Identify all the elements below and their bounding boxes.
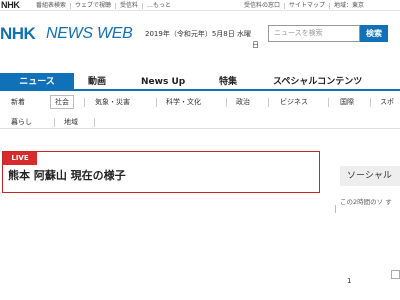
subnav-item-new[interactable]: 新着 [11, 95, 25, 109]
nav-tab-features[interactable]: 特集 [219, 73, 237, 91]
subnav-divider [370, 98, 371, 107]
live-title[interactable]: 熊本 阿蘇山 現在の様子 [8, 169, 126, 183]
primary-nav: ニュース 動画 News Up 特集 スペシャルコンテンツ [0, 73, 400, 91]
social-heading: ソーシャル [340, 166, 400, 186]
subnav-item-life[interactable]: 暮らし [11, 115, 32, 129]
utility-link[interactable]: サイトマップ [284, 2, 329, 9]
site-name[interactable]: NEWS WEB [46, 24, 133, 44]
subnav-divider [94, 118, 95, 127]
subnav-item-region[interactable]: 地域 [64, 115, 78, 129]
nav-tab-news[interactable]: ニュース [0, 73, 74, 91]
subnav-underline [0, 128, 400, 129]
subnav-divider [54, 118, 55, 127]
utility-bar: NHK 番組表検索 ウェブで視聴 受信料 …もっと 受信料の窓口 サイトマップ … [0, 0, 400, 11]
date-display-wrap: 日 [252, 41, 259, 49]
scroll-control-icon[interactable] [391, 270, 400, 279]
utility-link[interactable]: 受信料の窓口 [240, 2, 284, 9]
utility-link[interactable]: …もっと [142, 2, 175, 9]
subnav-item-business[interactable]: ビジネス [280, 95, 308, 109]
subnav-divider [268, 98, 269, 107]
utility-left-links: 番組表検索 ウェブで視聴 受信料 …もっと [32, 0, 175, 11]
region-link[interactable]: 地域：東京 [329, 2, 368, 9]
subnav-item-society[interactable]: 社会 [50, 95, 74, 109]
subnav-divider [226, 98, 227, 107]
search-button[interactable]: 検索 [360, 25, 388, 42]
social-subtext: この2時間のソ す [340, 198, 392, 206]
nhk-logo[interactable]: NHK [0, 24, 36, 44]
subnav-item-sports[interactable]: スポ [380, 95, 394, 109]
subnav-item-weather[interactable]: 気象・災害 [95, 95, 130, 109]
subnav-item-science[interactable]: 科学・文化 [166, 95, 201, 109]
nav-tab-news-up[interactable]: News Up [141, 73, 185, 91]
subnav-item-international[interactable]: 国際 [340, 95, 354, 109]
subnav-item-politics[interactable]: 政治 [236, 95, 250, 109]
nhk-small-logo[interactable]: NHK [1, 0, 20, 11]
utility-right-links: 受信料の窓口 サイトマップ 地域：東京 [240, 0, 368, 11]
social-rank-number: 1 [347, 277, 352, 285]
sub-nav: 新着 社会 気象・災害 科学・文化 政治 ビジネス 国際 スポ 暮らし 地域 [0, 93, 400, 131]
subnav-divider [156, 98, 157, 107]
nav-tab-special[interactable]: スペシャルコンテンツ [273, 73, 362, 91]
subnav-divider [328, 98, 329, 107]
subnav-divider [84, 98, 85, 107]
search-input[interactable]: ニュースを検索 [268, 25, 360, 42]
site-header: NHK NEWS WEB 2019年（令和元年）5月8日 水曜 ニュースを検索 … [0, 11, 400, 69]
date-display: 2019年（令和元年）5月8日 水曜 [145, 30, 251, 38]
utility-link[interactable]: 番組表検索 [32, 2, 70, 9]
live-badge: LIVE [3, 152, 37, 165]
nav-tab-video[interactable]: 動画 [88, 73, 106, 91]
utility-link[interactable]: ウェブで視聴 [70, 2, 115, 9]
sidebar-divider [335, 205, 336, 213]
live-stream-card[interactable]: LIVE 熊本 阿蘇山 現在の様子 [2, 151, 320, 193]
utility-link[interactable]: 受信料 [115, 2, 142, 9]
